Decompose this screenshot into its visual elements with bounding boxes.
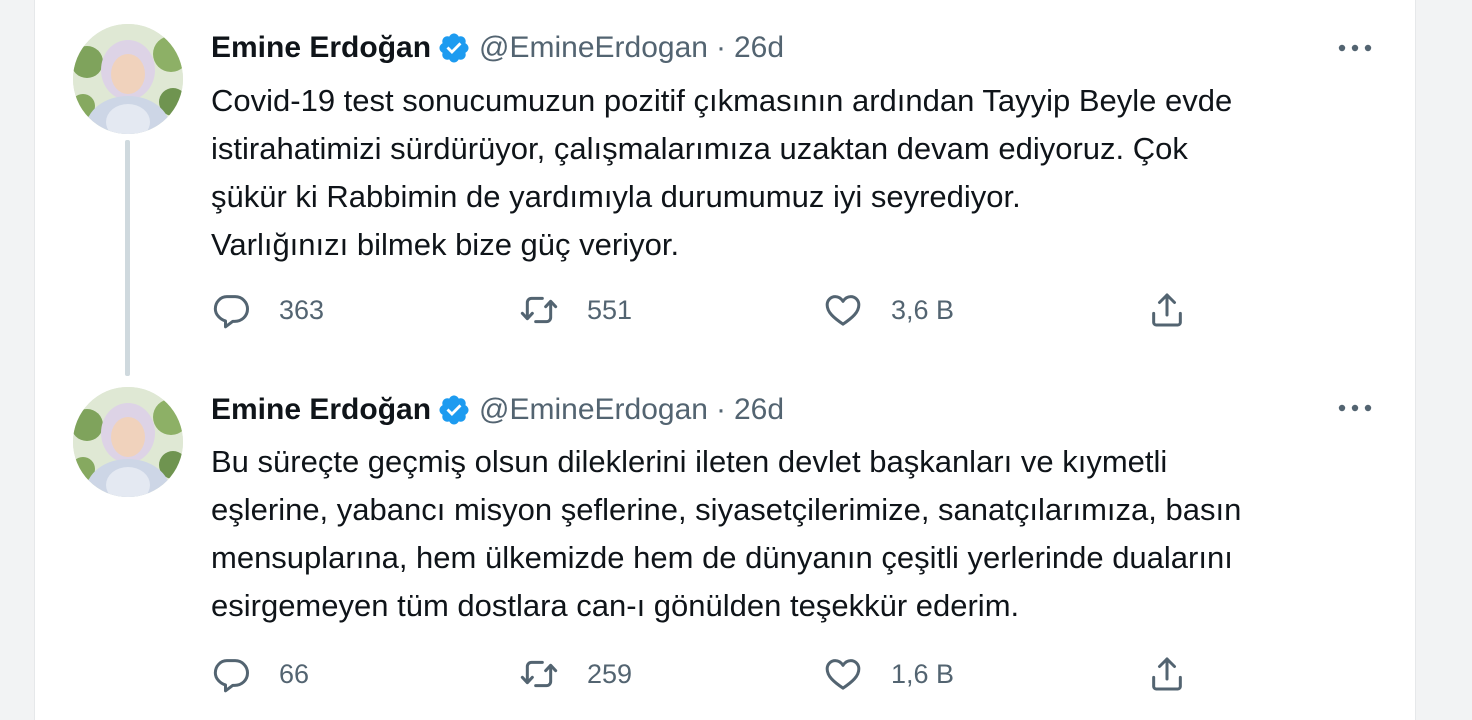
- like-count: 3,6 B: [891, 294, 955, 325]
- tweet-text-line: eşlerine, yabancı misyon şeflerine, siya…: [211, 492, 1242, 527]
- tweet-text: Bu süreçte geçmiş olsun dileklerini ilet…: [211, 438, 1381, 630]
- header-separator: ·: [715, 31, 726, 64]
- tweet-timestamp[interactable]: 26d: [734, 393, 784, 427]
- tweet-text-line: esirgemeyen tüm dostlara can-ı gönülden …: [211, 588, 1020, 623]
- tweet-text: Covid-19 test sonucumuzun pozitif çıkmas…: [211, 77, 1381, 269]
- tweet[interactable]: Emine Erdoğan @EmineErdogan · 26d Bu sür…: [35, 360, 1415, 720]
- avatar[interactable]: [73, 24, 183, 134]
- retweet-count: 551: [587, 294, 633, 325]
- tweet-actions: 363 551 3,6 B: [211, 288, 1211, 332]
- tweet-text-line: Covid-19 test sonucumuzun pozitif çıkmas…: [211, 83, 1233, 118]
- more-options-icon: [1338, 44, 1372, 52]
- more-options-button[interactable]: [1333, 390, 1377, 426]
- author-name[interactable]: Emine Erdoğan: [211, 393, 431, 427]
- tweet-actions: 66 259 1,6 B: [211, 652, 1211, 696]
- retweet-button[interactable]: 551: [519, 288, 632, 332]
- share-button[interactable]: [1147, 288, 1187, 332]
- author-handle[interactable]: @EmineErdogan: [479, 393, 708, 427]
- tweet[interactable]: Emine Erdoğan @EmineErdogan · 26d Covid-…: [35, 0, 1415, 376]
- reply-icon: [213, 659, 249, 693]
- reply-button[interactable]: 363: [211, 288, 324, 332]
- reply-button[interactable]: 66: [211, 652, 309, 696]
- tweet-timeline: Emine Erdoğan @EmineErdogan · 26d Covid-…: [34, 0, 1416, 720]
- share-button[interactable]: [1147, 652, 1187, 696]
- tweet-text-line: istirahatimizi sürdürüyor, çalışmalarımı…: [211, 131, 1188, 166]
- author-name[interactable]: Emine Erdoğan: [211, 31, 431, 65]
- share-icon: [1152, 293, 1182, 327]
- thread-connector-line: [125, 140, 130, 376]
- tweet-header: Emine Erdoğan @EmineErdogan · 26d: [211, 388, 784, 432]
- tweet-text-line: şükür ki Rabbimin de yardımıyla durumumu…: [211, 179, 1021, 214]
- tweet-timestamp[interactable]: 26d: [734, 31, 784, 65]
- retweet-icon: [520, 296, 558, 324]
- header-separator: ·: [715, 393, 726, 426]
- retweet-icon: [520, 660, 558, 688]
- reply-count: 66: [279, 658, 310, 689]
- tweet-text-line: mensuplarına, hem ülkemizde hem de dünya…: [211, 540, 1233, 575]
- like-button[interactable]: 3,6 B: [823, 288, 954, 332]
- more-options-icon: [1338, 404, 1372, 412]
- share-icon: [1152, 657, 1182, 691]
- avatar-image: [73, 24, 183, 134]
- verified-badge-icon: [437, 31, 471, 65]
- like-count: 1,6 B: [891, 658, 955, 689]
- reply-count: 363: [279, 294, 325, 325]
- author-handle[interactable]: @EmineErdogan: [479, 31, 708, 65]
- retweet-button[interactable]: 259: [519, 652, 632, 696]
- reply-icon: [213, 295, 249, 329]
- more-options-button[interactable]: [1333, 30, 1377, 66]
- heart-icon: [825, 659, 861, 690]
- tweet-header: Emine Erdoğan @EmineErdogan · 26d: [211, 26, 784, 70]
- verified-badge-icon: [437, 393, 471, 427]
- avatar[interactable]: [73, 387, 183, 497]
- like-button[interactable]: 1,6 B: [823, 652, 954, 696]
- tweet-text-line: Bu süreçte geçmiş olsun dileklerini ilet…: [211, 444, 1168, 479]
- avatar-image: [73, 387, 183, 497]
- tweet-text-line: Varlığınızı bilmek bize güç veriyor.: [211, 227, 680, 262]
- heart-icon: [825, 295, 861, 326]
- retweet-count: 259: [587, 658, 633, 689]
